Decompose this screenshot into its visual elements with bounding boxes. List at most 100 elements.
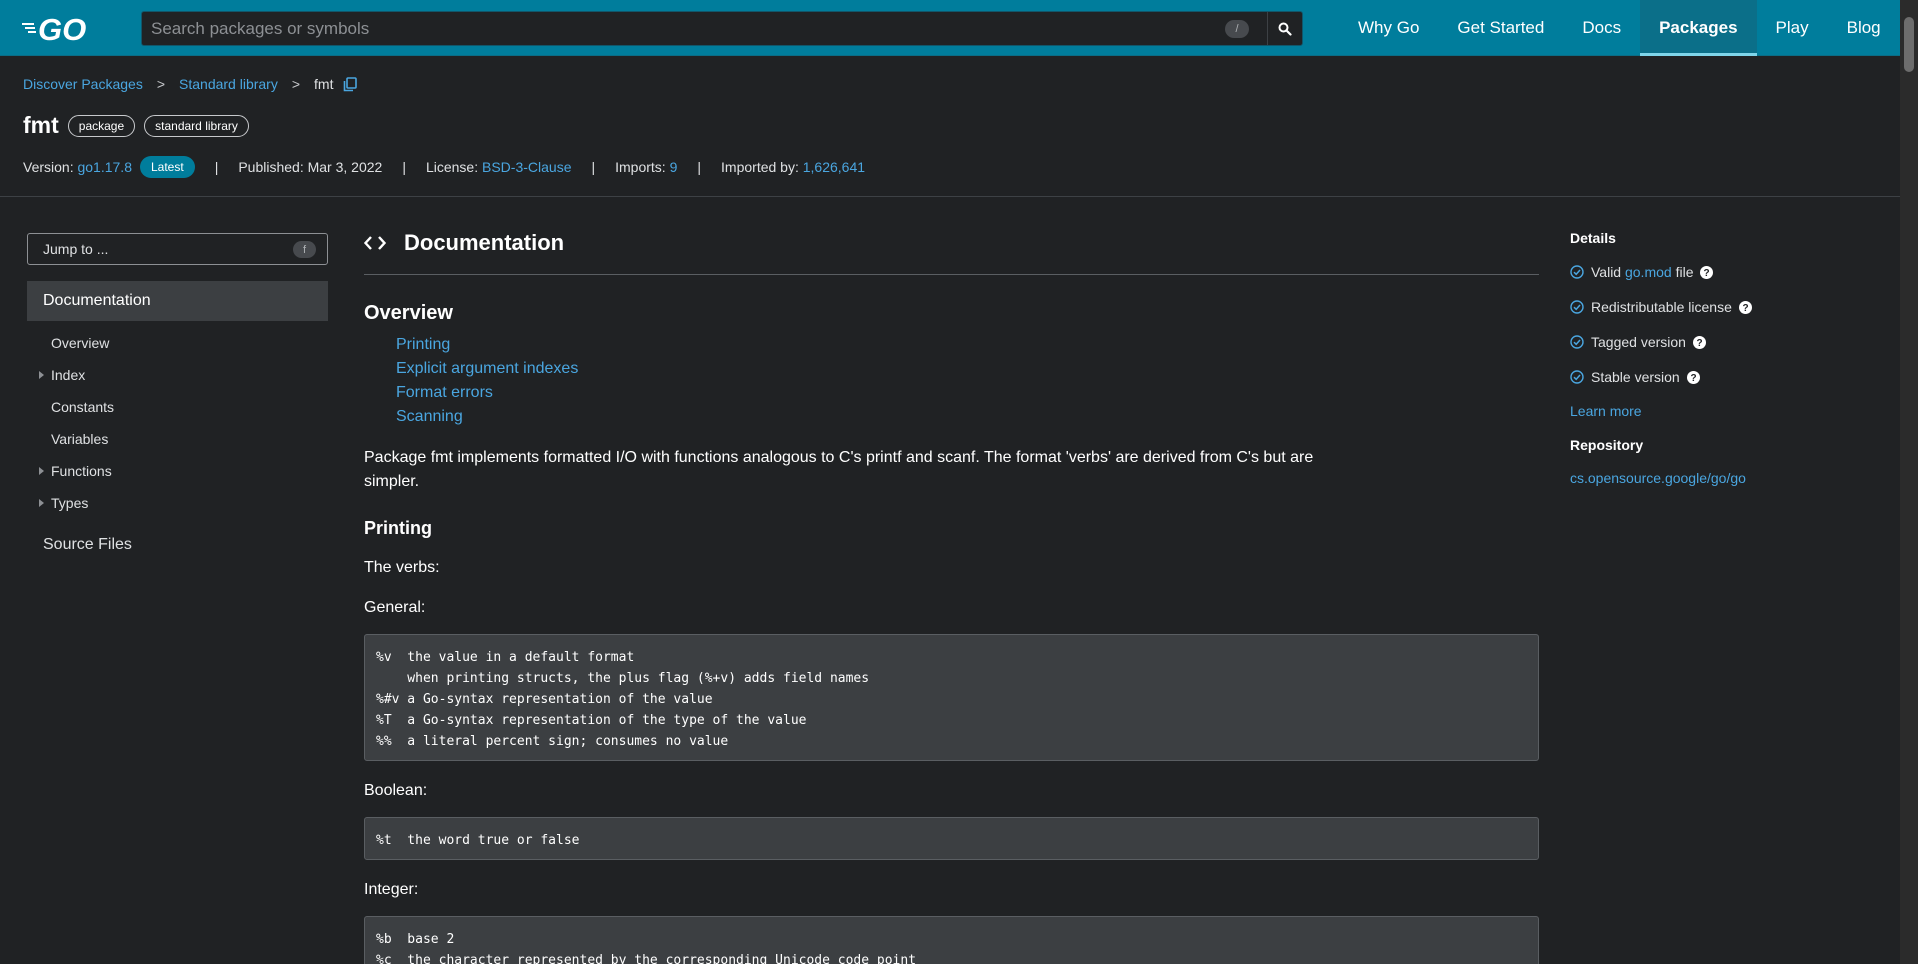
breadcrumb-standard-library[interactable]: Standard library xyxy=(179,76,278,92)
divider xyxy=(0,196,1900,197)
nav-docs[interactable]: Docs xyxy=(1563,0,1640,56)
sidebar-item-functions[interactable]: Functions xyxy=(27,455,328,487)
published-date: Published: Mar 3, 2022 xyxy=(238,159,383,175)
svg-text:?: ? xyxy=(1696,338,1702,349)
jump-to-box: f xyxy=(27,233,328,265)
help-icon[interactable]: ? xyxy=(1700,265,1714,279)
imports-label: Imports: xyxy=(615,159,666,175)
search-input[interactable] xyxy=(142,12,1304,45)
sidebar-item-types[interactable]: Types xyxy=(27,487,328,519)
code-block-general: %v the value in a default format when pr… xyxy=(364,634,1539,761)
divider xyxy=(364,274,1539,275)
jump-shortcut-badge: f xyxy=(293,241,316,258)
help-icon[interactable]: ? xyxy=(1692,335,1706,349)
breadcrumb-current: fmt xyxy=(314,76,334,92)
detail-valid-gomod: Valid go.mod file ? xyxy=(1570,262,1714,282)
search-button[interactable] xyxy=(1267,12,1302,45)
code-block-integer: %b base 2 %c the character represented b… xyxy=(364,916,1539,964)
check-circle-icon xyxy=(1570,335,1584,349)
gomod-link[interactable]: go.mod xyxy=(1625,264,1672,280)
breadcrumb: Discover Packages > Standard library > f… xyxy=(23,76,358,92)
svg-text:GO: GO xyxy=(38,12,86,44)
caret-right-icon xyxy=(39,371,44,379)
repository-heading: Repository xyxy=(1570,437,1644,453)
overview-links: Printing Explicit argument indexes Forma… xyxy=(396,334,578,430)
tag-package: package xyxy=(67,114,136,137)
code-block-boolean: %t the word true or false xyxy=(364,817,1539,860)
sidebar-item-label: Overview xyxy=(51,335,110,351)
package-title-row: fmt package standard library xyxy=(23,112,258,139)
site-header: GO / Why Go Get Started Docs Packages Pl… xyxy=(0,0,1900,56)
svg-text:?: ? xyxy=(1742,303,1748,314)
search-bar: / xyxy=(141,11,1304,46)
documentation-header: Documentation xyxy=(364,230,564,256)
sidebar-item-label: Constants xyxy=(51,399,115,415)
link-format-errors[interactable]: Format errors xyxy=(396,382,578,406)
nav-get-started[interactable]: Get Started xyxy=(1438,0,1563,56)
check-circle-icon xyxy=(1570,265,1584,279)
sidebar-item-index[interactable]: Index xyxy=(27,359,328,391)
package-intro: Package fmt implements formatted I/O wit… xyxy=(364,449,1314,490)
check-circle-icon xyxy=(1570,370,1584,384)
detail-stable-version: Stable version ? xyxy=(1570,367,1700,387)
version-link[interactable]: go1.17.8 xyxy=(77,159,132,175)
integer-label: Integer: xyxy=(364,881,419,898)
sidebar-item-constants[interactable]: Constants xyxy=(27,391,328,423)
help-icon[interactable]: ? xyxy=(1686,370,1700,384)
breadcrumb-separator: > xyxy=(291,76,301,92)
link-scanning[interactable]: Scanning xyxy=(396,406,578,430)
license-link[interactable]: BSD-3-Clause xyxy=(482,159,571,175)
nav-packages[interactable]: Packages xyxy=(1640,0,1757,56)
check-circle-icon xyxy=(1570,300,1584,314)
breadcrumb-separator: > xyxy=(156,76,166,92)
sidebar-item-label: Functions xyxy=(51,463,112,479)
svg-text:?: ? xyxy=(1690,373,1696,384)
sidebar-item-label: Index xyxy=(51,367,86,383)
scrollbar-thumb[interactable] xyxy=(1904,17,1914,72)
page-title: fmt xyxy=(23,112,59,138)
license-label: License: xyxy=(425,159,479,175)
general-label: General: xyxy=(364,599,426,616)
nav-why-go[interactable]: Why Go xyxy=(1339,0,1438,56)
sidebar-item-documentation[interactable]: Documentation xyxy=(27,281,328,321)
copy-icon[interactable] xyxy=(343,76,358,92)
help-icon[interactable]: ? xyxy=(1738,300,1752,314)
link-printing[interactable]: Printing xyxy=(396,334,578,358)
documentation-title: Documentation xyxy=(404,230,565,255)
sidebar-item-label: Types xyxy=(51,495,89,511)
learn-more-link[interactable]: Learn more xyxy=(1570,403,1642,419)
imported-by-label: Imported by: xyxy=(721,159,799,175)
search-icon xyxy=(1278,22,1292,36)
code-icon xyxy=(364,235,386,251)
latest-badge: Latest xyxy=(139,156,195,178)
sidebar-nav: Overview Index Constants Variables Funct… xyxy=(27,327,328,519)
caret-right-icon xyxy=(39,467,44,475)
tag-standard-library: standard library xyxy=(144,114,249,137)
sidebar-item-label: Variables xyxy=(51,431,109,447)
svg-text:?: ? xyxy=(1704,268,1710,279)
sidebar-item-source-files[interactable]: Source Files xyxy=(43,536,132,554)
printing-heading: Printing xyxy=(364,518,432,538)
main-nav: Why Go Get Started Docs Packages Play Bl… xyxy=(1339,0,1900,56)
nav-play[interactable]: Play xyxy=(1757,0,1828,56)
search-shortcut-badge: / xyxy=(1225,20,1249,38)
detail-redistributable-license: Redistributable license ? xyxy=(1570,297,1752,317)
version-label: Version: xyxy=(23,159,74,175)
detail-tagged-version: Tagged version ? xyxy=(1570,332,1706,352)
scrollbar[interactable] xyxy=(1900,0,1918,964)
repository-link[interactable]: cs.opensource.google/go/go xyxy=(1570,470,1746,486)
package-meta: Version: go1.17.8 Latest | Published: Ma… xyxy=(23,156,865,178)
link-explicit-argument-indexes[interactable]: Explicit argument indexes xyxy=(396,358,578,382)
imports-link[interactable]: 9 xyxy=(670,159,678,175)
overview-heading: Overview xyxy=(364,302,453,324)
nav-blog[interactable]: Blog xyxy=(1828,0,1900,56)
verbs-text: The verbs: xyxy=(364,559,440,576)
jump-to-input[interactable] xyxy=(28,234,327,264)
go-logo[interactable]: GO xyxy=(22,12,108,44)
breadcrumb-discover-packages[interactable]: Discover Packages xyxy=(23,76,143,92)
sidebar-item-overview[interactable]: Overview xyxy=(27,327,328,359)
imported-by-link[interactable]: 1,626,641 xyxy=(803,159,865,175)
sidebar-item-variables[interactable]: Variables xyxy=(27,423,328,455)
boolean-label: Boolean: xyxy=(364,782,428,799)
details-heading: Details xyxy=(1570,230,1616,246)
